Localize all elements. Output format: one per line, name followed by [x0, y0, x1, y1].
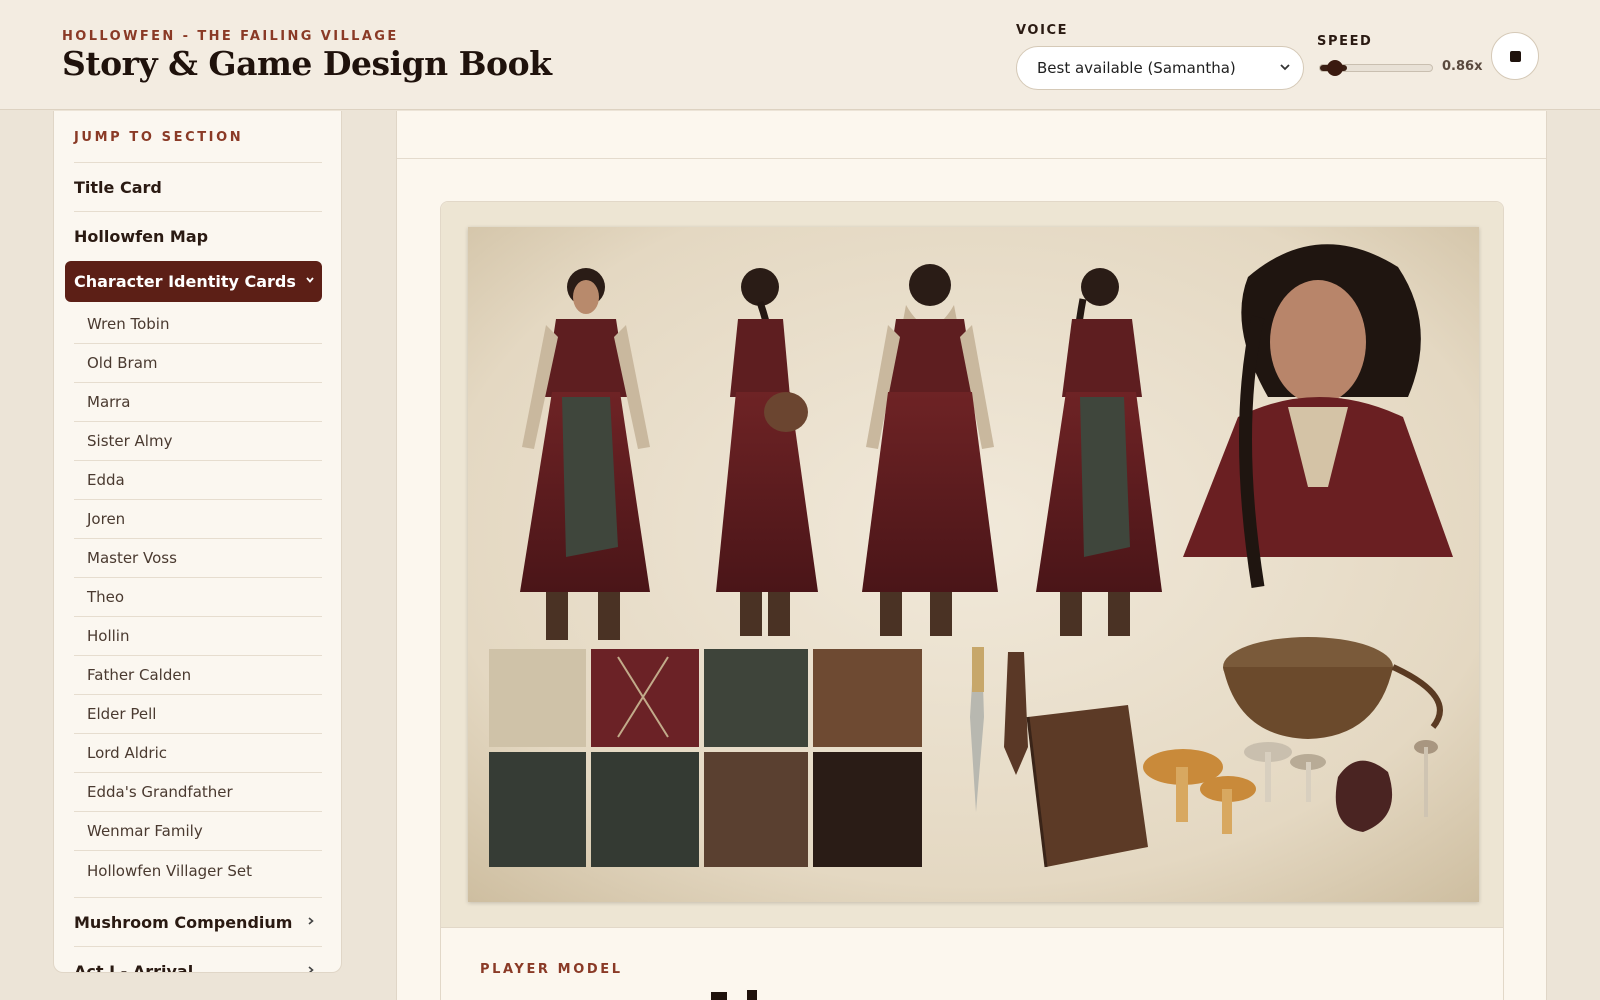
sidebar-subitem-character[interactable]: Theo — [74, 578, 322, 617]
speed-label: SPEED — [1317, 34, 1373, 49]
sidebar-heading: JUMP TO SECTION — [74, 130, 244, 145]
sidebar-item-label: Character Identity Cards — [74, 272, 296, 291]
sidebar-item-label: Hollowfen Map — [74, 226, 209, 246]
sidebar-subitem-character[interactable]: Edda — [74, 461, 322, 500]
chevron-down-icon — [1279, 60, 1291, 78]
concept-art-frame — [441, 202, 1503, 928]
voice-select-value: Best available (Samantha) — [1037, 59, 1236, 77]
book-kicker: HOLLOWFEN - THE FAILING VILLAGE — [62, 29, 399, 44]
sidebar-item-character-identity-cards[interactable]: Character Identity Cards — [65, 261, 322, 302]
sidebar-subitem-character[interactable]: Edda's Grandfather — [74, 773, 322, 812]
section-sidebar: JUMP TO SECTION Title Card Hollowfen Map… — [53, 111, 342, 973]
section-label: PLAYER MODEL — [480, 962, 623, 977]
sidebar-item-title-card[interactable]: Title Card — [74, 162, 322, 211]
speed-slider-thumb[interactable] — [1327, 60, 1343, 76]
sidebar-item-mushroom-compendium[interactable]: Mushroom Compendium — [74, 897, 322, 946]
sidebar-subitem-character[interactable]: Father Calden — [74, 656, 322, 695]
stop-button[interactable] — [1491, 32, 1539, 80]
sidebar-item-label: Mushroom Compendium — [74, 912, 293, 932]
main-content: PLAYER MODEL — [396, 111, 1547, 1000]
speed-value: 0.86x — [1442, 59, 1483, 74]
sidebar-subitem-character[interactable]: Wren Tobin — [74, 305, 322, 344]
page-title: Story & Game Design Book — [62, 44, 552, 83]
cropped-heading — [711, 990, 757, 1000]
chevron-right-icon — [306, 914, 316, 930]
sidebar-subitem-character[interactable]: Lord Aldric — [74, 734, 322, 773]
sidebar-subitem-character[interactable]: Hollowfen Villager Set — [74, 851, 322, 890]
app-header: HOLLOWFEN - THE FAILING VILLAGE Story & … — [0, 0, 1600, 110]
sidebar-subitem-character[interactable]: Old Bram — [74, 344, 322, 383]
sidebar-subitem-character[interactable]: Elder Pell — [74, 695, 322, 734]
sidebar-item-label: Act I - Arrival — [74, 961, 194, 973]
voice-select[interactable]: Best available (Samantha) — [1016, 46, 1304, 90]
sidebar-item-hollowfen-map[interactable]: Hollowfen Map — [74, 211, 322, 260]
sidebar-item-label: Title Card — [74, 177, 162, 197]
character-card: PLAYER MODEL — [440, 201, 1504, 1000]
content-topbar — [397, 111, 1546, 159]
chevron-down-icon — [305, 275, 315, 288]
texture-swatches — [489, 649, 922, 867]
sidebar-item-act-i-arrival[interactable]: Act I - Arrival — [74, 946, 322, 973]
sidebar-subitem-character[interactable]: Wenmar Family — [74, 812, 322, 851]
character-concept-art — [468, 227, 1479, 902]
sidebar-subitem-character[interactable]: Hollin — [74, 617, 322, 656]
sidebar-subitem-character[interactable]: Marra — [74, 383, 322, 422]
sidebar-subitem-character[interactable]: Master Voss — [74, 539, 322, 578]
sidebar-subitem-character[interactable]: Sister Almy — [74, 422, 322, 461]
sidebar-subitem-character[interactable]: Joren — [74, 500, 322, 539]
voice-label: VOICE — [1016, 23, 1069, 38]
stop-icon — [1509, 50, 1521, 62]
chevron-right-icon — [306, 963, 316, 972]
